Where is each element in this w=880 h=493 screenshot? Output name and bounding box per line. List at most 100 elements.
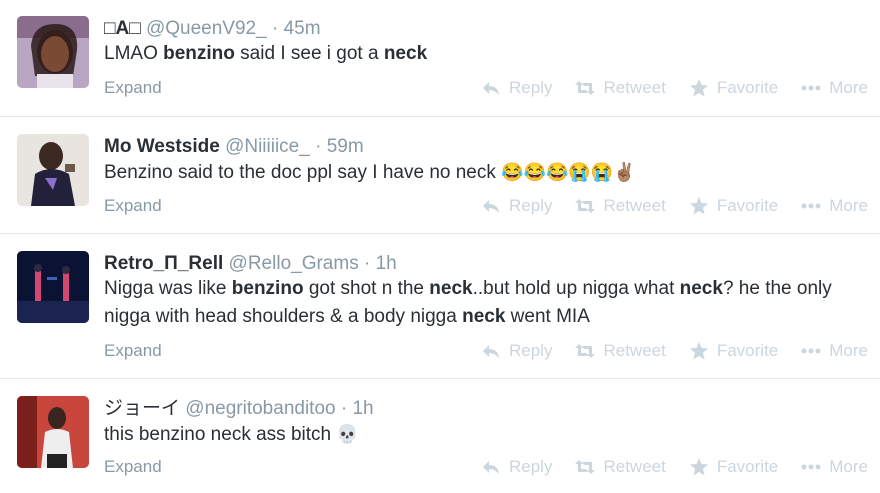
tweet-2[interactable]: Mo Westside @Niiiiice_ · 59m Benzino sai… (0, 117, 880, 234)
tweet-footer: Expand Reply Retweet Favorite More (104, 341, 868, 365)
star-icon (689, 197, 708, 215)
tweet-4[interactable]: ジョーイ @negritobanditoo · 1h this benzino … (0, 379, 880, 493)
text-segment-bold: benzino (163, 43, 235, 64)
separator: · (340, 398, 348, 419)
favorite-button[interactable]: Favorite (689, 341, 778, 361)
user-handle[interactable]: @QueenV92_ (146, 18, 267, 39)
reply-icon (483, 345, 499, 358)
more-dots-icon (801, 464, 821, 470)
user-name[interactable]: Retro_П_Rell (104, 253, 223, 274)
tweet-text: Benzino said to the doc ppl say I have n… (104, 158, 874, 187)
skull-emoji: 💀 (336, 424, 359, 444)
avatar[interactable] (17, 134, 89, 206)
user-name[interactable]: ジョーイ (104, 398, 180, 419)
separator: · (363, 253, 371, 274)
more-dots-icon (801, 203, 821, 209)
tweet-actions: Reply Retweet Favorite More (458, 78, 868, 98)
more-button[interactable]: More (801, 196, 868, 216)
reply-label: Reply (509, 196, 553, 215)
expand-link[interactable]: Expand (104, 341, 162, 361)
retweet-icon (575, 344, 596, 358)
timestamp[interactable]: 59m (327, 136, 364, 157)
tweet-header: Mo Westside @Niiiiice_ · 59m (104, 135, 364, 159)
retweet-icon (575, 199, 596, 213)
more-label: More (829, 196, 868, 215)
text-segment: went MIA (505, 306, 590, 327)
avatar[interactable] (17, 251, 89, 323)
retweet-button[interactable]: Retweet (575, 457, 666, 477)
more-button[interactable]: More (801, 457, 868, 477)
more-label: More (829, 341, 868, 360)
reply-label: Reply (509, 457, 553, 476)
tweet-header: □A□ @QueenV92_ · 45m (104, 17, 321, 41)
star-icon (689, 79, 708, 97)
favorite-label: Favorite (716, 196, 779, 215)
text-segment: said I see i got a (234, 43, 384, 64)
reply-button[interactable]: Reply (481, 196, 552, 216)
reply-icon (483, 461, 499, 474)
text-segment-bold: neck (462, 306, 506, 327)
retweet-label: Retweet (603, 457, 666, 476)
tweet-1[interactable]: □A□ @QueenV92_ · 45m LMAO benzino said I… (0, 0, 880, 117)
text-segment: got shot n the (303, 278, 430, 299)
expand-link[interactable]: Expand (104, 196, 162, 216)
more-button[interactable]: More (801, 341, 868, 361)
more-label: More (829, 457, 868, 476)
retweet-label: Retweet (603, 78, 666, 97)
favorite-label: Favorite (716, 341, 779, 360)
more-dots-icon (801, 85, 821, 91)
reply-label: Reply (509, 78, 553, 97)
avatar[interactable] (17, 396, 89, 468)
timestamp[interactable]: 1h (352, 398, 373, 419)
star-icon (689, 342, 708, 360)
retweet-icon (575, 460, 596, 474)
text-segment: ..but hold up nigga what (472, 278, 680, 299)
reply-button[interactable]: Reply (481, 78, 552, 98)
tweet-text: this benzino neck ass bitch 💀 (104, 420, 874, 449)
reply-icon (483, 200, 499, 213)
retweet-label: Retweet (603, 196, 666, 215)
timestamp[interactable]: 45m (284, 18, 321, 39)
avatar[interactable] (17, 16, 89, 88)
user-handle[interactable]: @Niiiiice_ (225, 136, 310, 157)
tweet-text: Nigga was like benzino got shot n the ne… (104, 275, 874, 331)
text-segment: LMAO (104, 43, 164, 64)
favorite-button[interactable]: Favorite (689, 196, 778, 216)
retweet-button[interactable]: Retweet (575, 341, 666, 361)
tweet-footer: Expand Reply Retweet Favorite More (104, 196, 868, 220)
text-segment-bold: neck (429, 278, 473, 299)
tweet-header: Retro_П_Rell @Rello_Grams · 1h (104, 252, 397, 276)
timestamp[interactable]: 1h (376, 253, 397, 274)
separator: · (271, 18, 279, 39)
expand-link[interactable]: Expand (104, 78, 162, 98)
text-segment-bold: neck (383, 43, 428, 64)
user-handle[interactable]: @negritobanditoo (185, 398, 335, 419)
favorite-label: Favorite (716, 457, 779, 476)
tweet-text: LMAO benzino said I see i got a neck (104, 40, 874, 68)
tweet-3[interactable]: Retro_П_Rell @Rello_Grams · 1h Nigga was… (0, 234, 880, 379)
more-button[interactable]: More (801, 78, 868, 98)
more-dots-icon (801, 348, 821, 354)
retweet-label: Retweet (603, 341, 666, 360)
favorite-button[interactable]: Favorite (689, 457, 778, 477)
retweet-button[interactable]: Retweet (575, 78, 666, 98)
user-name[interactable]: Mo Westside (104, 136, 220, 157)
reply-icon (483, 82, 499, 95)
favorite-label: Favorite (716, 78, 779, 97)
expand-link[interactable]: Expand (104, 457, 162, 477)
separator: · (315, 136, 322, 157)
reply-button[interactable]: Reply (481, 341, 552, 361)
tweet-footer: Expand Reply Retweet Favorite More (104, 78, 868, 102)
user-name[interactable]: □A□ (104, 18, 141, 39)
user-handle[interactable]: @Rello_Grams (229, 253, 359, 274)
tweet-header: ジョーイ @negritobanditoo · 1h (104, 397, 374, 421)
tweet-actions: Reply Retweet Favorite More (458, 341, 868, 361)
favorite-button[interactable]: Favorite (689, 78, 778, 98)
tweet-actions: Reply Retweet Favorite More (458, 457, 868, 477)
text-segment: Benzino said to the doc ppl say I have n… (104, 162, 502, 183)
retweet-button[interactable]: Retweet (575, 196, 666, 216)
text-segment-bold: benzino (231, 278, 304, 299)
tweet-actions: Reply Retweet Favorite More (458, 196, 868, 216)
reply-button[interactable]: Reply (481, 457, 552, 477)
emoji-sequence: 😂😂😂😭😭✌🏽 (501, 162, 636, 182)
